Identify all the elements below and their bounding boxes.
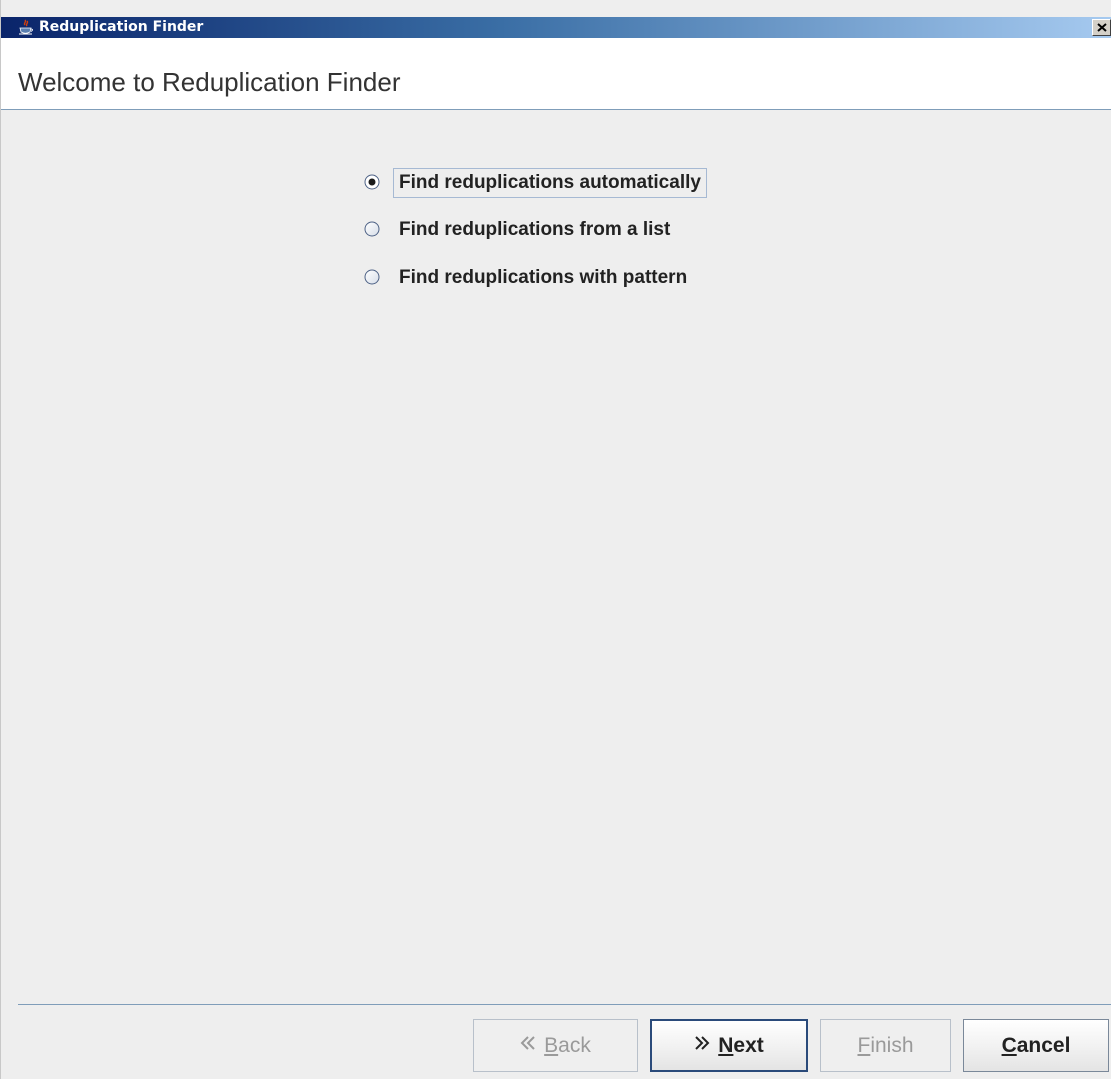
double-chevron-left-icon [520,1019,536,1070]
wizard-header: Welcome to Reduplication Finder [1,38,1111,110]
finish-label: inish [870,1034,914,1057]
cancel-mnemonic: C [1001,1034,1017,1057]
double-chevron-right-icon [694,1020,710,1069]
option-label: Find reduplications from a list [399,219,671,240]
footer-divider [18,1004,1111,1005]
back-label: ack [558,1034,591,1057]
cancel-label: ancel [1016,1034,1071,1057]
next-label: ext [733,1034,764,1057]
option-label: Find reduplications with pattern [399,267,688,288]
next-button[interactable]: Next [650,1019,808,1072]
java-coffee-cup-icon [18,19,34,36]
finish-mnemonic: F [857,1034,871,1057]
next-mnemonic: N [718,1034,734,1057]
finish-button[interactable]: Finish [820,1019,951,1072]
radio-unselected-icon[interactable] [364,269,380,285]
title-bar[interactable]: Reduplication Finder [1,17,1111,38]
close-icon [1097,23,1107,32]
radio-selected-icon[interactable] [364,174,380,190]
option-label: Find reduplications automatically [393,168,707,198]
wizard-window: Reduplication Finder Welcome to Reduplic… [0,0,1111,1079]
page-title: Welcome to Reduplication Finder [18,67,401,97]
window-title: Reduplication Finder [39,19,204,35]
close-button[interactable] [1092,19,1111,36]
cancel-button[interactable]: Cancel [963,1019,1109,1072]
back-button[interactable]: Back [473,1019,638,1072]
radio-unselected-icon[interactable] [364,221,380,237]
back-mnemonic: B [544,1034,559,1057]
